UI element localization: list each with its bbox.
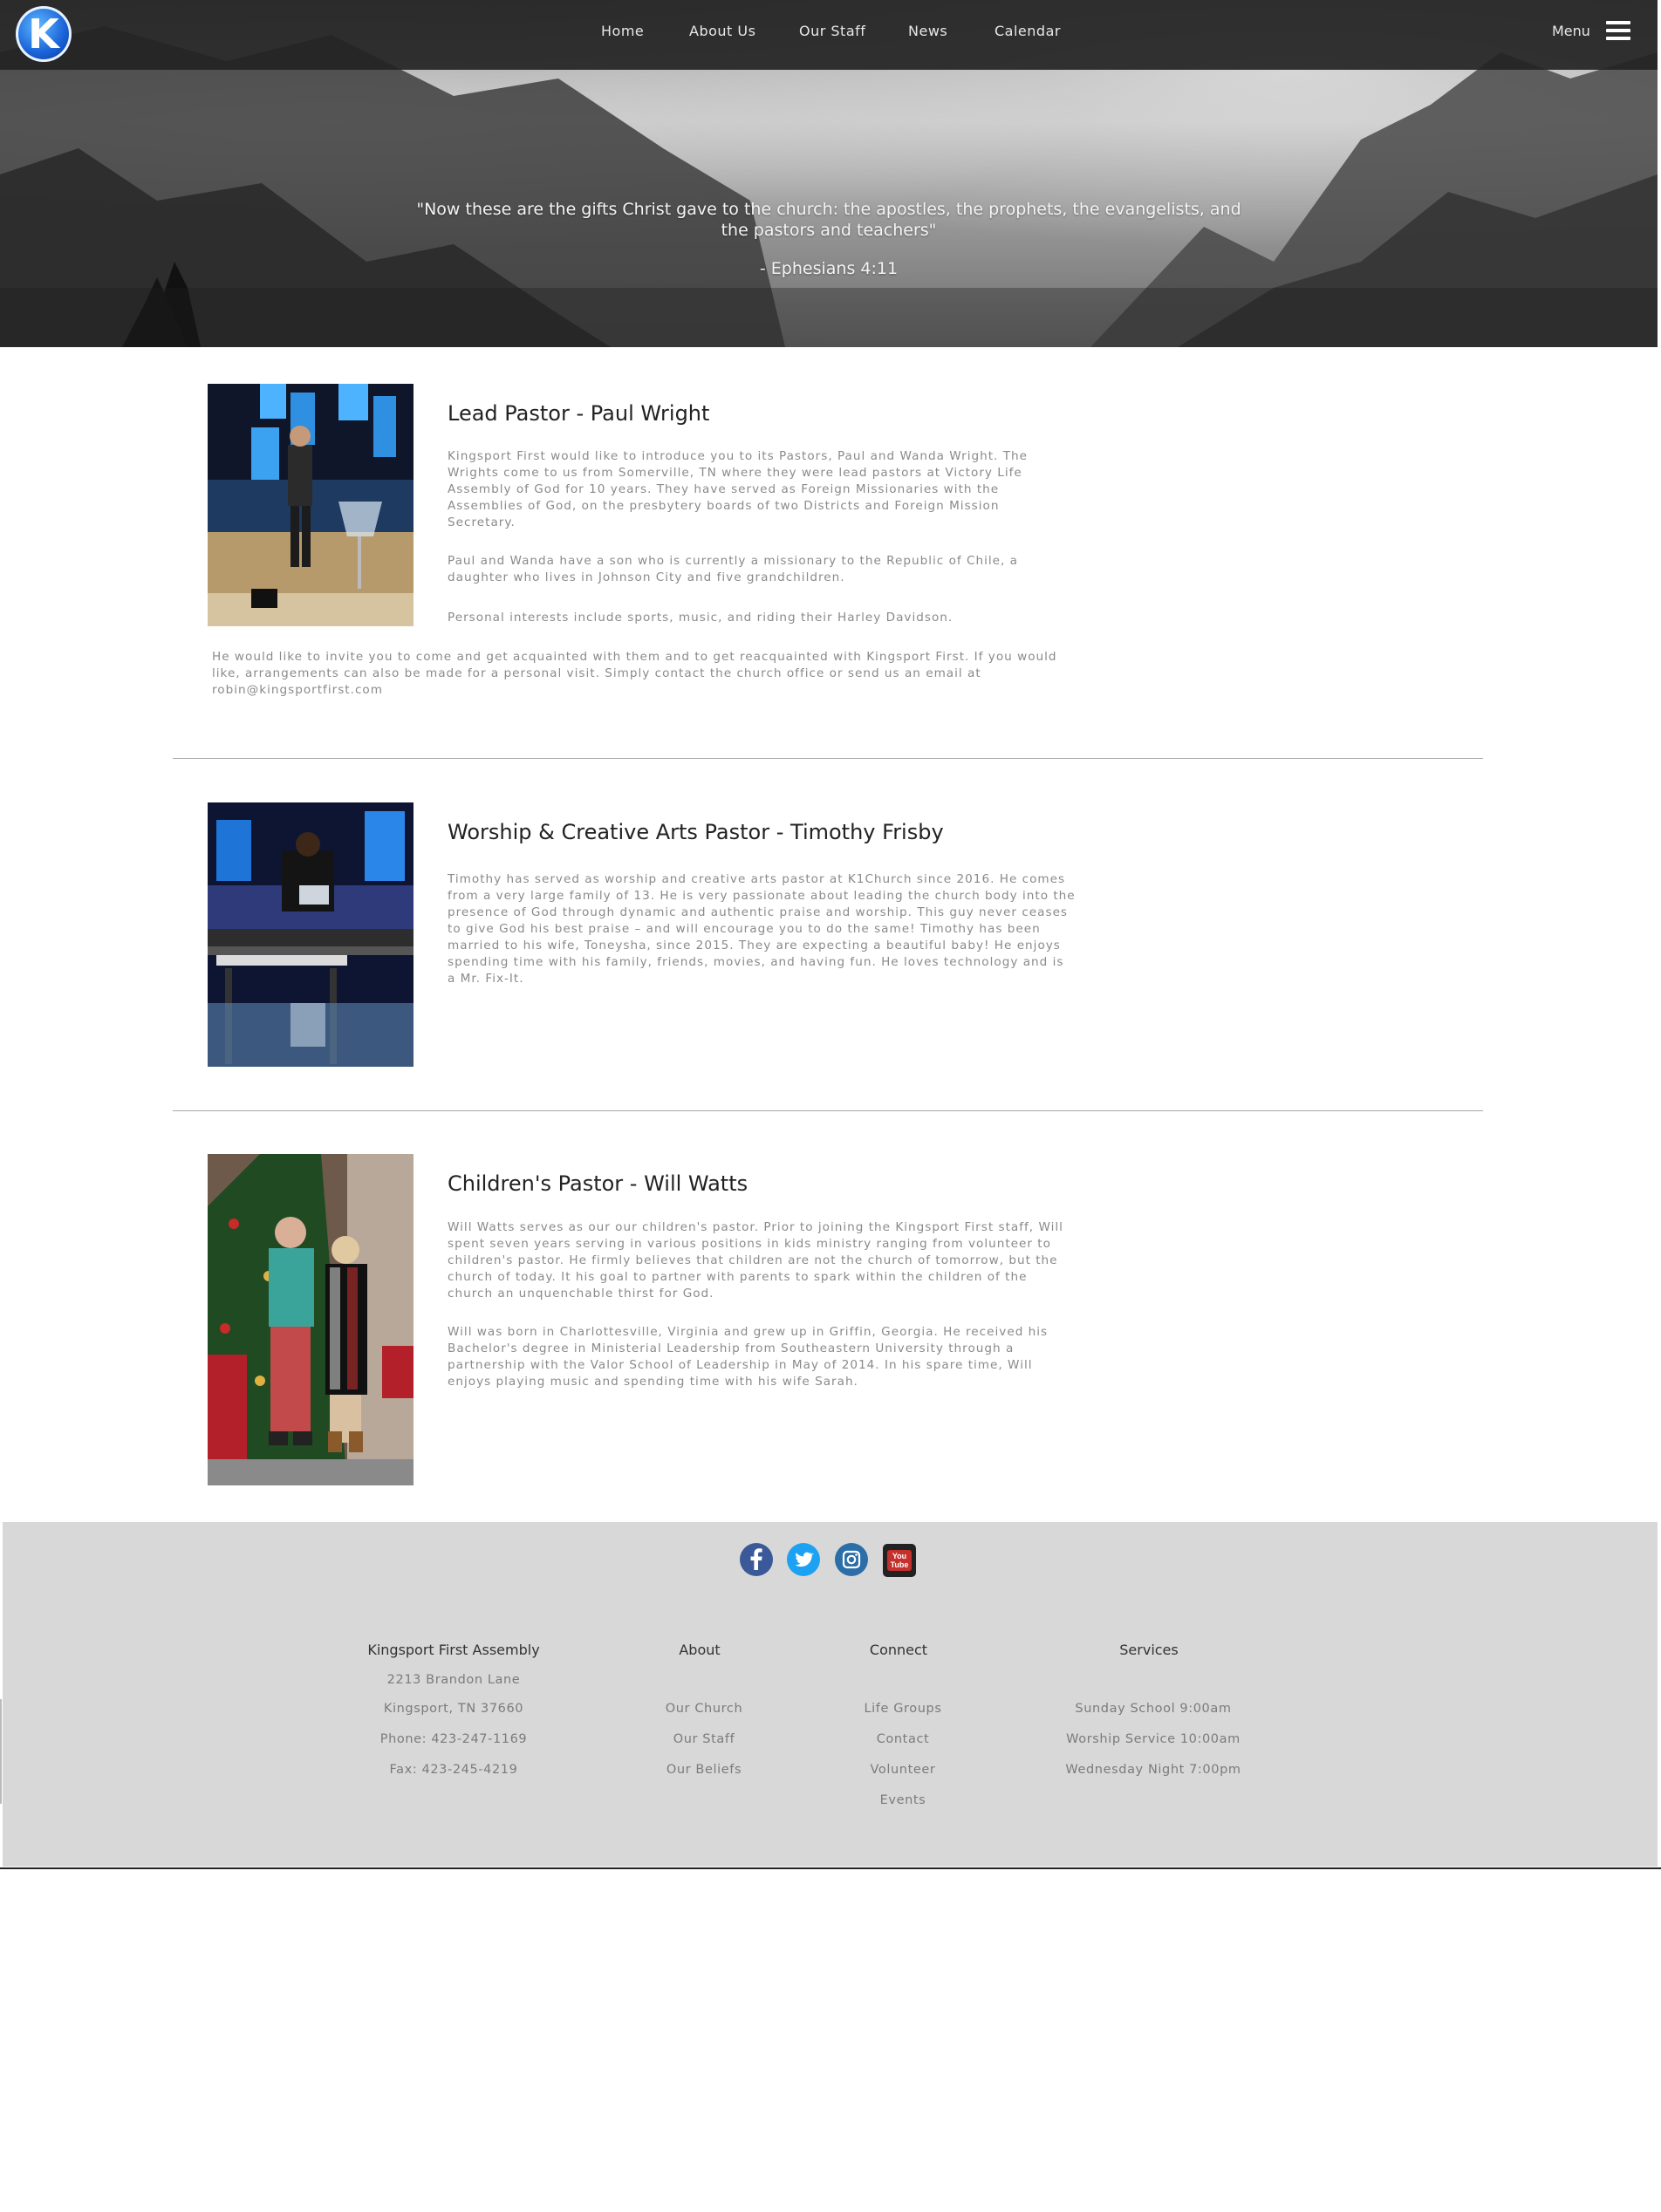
footer-services-heading: Services [1119, 1642, 1179, 1658]
footer-fax: Fax: 423-245-4219 [389, 1763, 518, 1777]
staff-bio-paragraph: Timothy has served as worship and creati… [448, 872, 1076, 986]
page-edge-line [0, 1699, 2, 1804]
quote-text: "Now these are the gifts Christ gave to … [416, 200, 1241, 240]
staff-bio-paragraph: Will was born in Charlottesville, Virgin… [448, 1325, 1049, 1389]
page: K Home About Us Our Staff News Calendar … [0, 0, 1658, 1867]
footer-link-contact[interactable]: Contact [846, 1732, 960, 1746]
footer-service-time: Worship Service 10:00am [1066, 1732, 1241, 1746]
footer-address-line: 2213 Brandon Lane [386, 1673, 521, 1687]
main-nav: Home About Us Our Staff News Calendar [0, 23, 1658, 49]
footer-city-line: Kingsport, TN 37660 [383, 1702, 524, 1716]
twitter-icon[interactable] [786, 1542, 821, 1577]
footer-service-time: Sunday School 9:00am [1075, 1702, 1232, 1716]
footer-connect-heading: Connect [869, 1642, 928, 1658]
section-divider [173, 758, 1483, 759]
timothy-frisby-photo [208, 802, 414, 1067]
footer-connect-column: Connect Life Groups Contact Volunteer Ev… [846, 1642, 951, 1816]
staff-title-timothy-frisby: Worship & Creative Arts Pastor - Timothy… [448, 820, 944, 844]
menu-label[interactable]: Menu [1552, 23, 1590, 39]
staff-title-paul-wright: Lead Pastor - Paul Wright [448, 401, 710, 426]
footer-link-life-groups[interactable]: Life Groups [846, 1702, 960, 1716]
footer-link-our-staff[interactable]: Our Staff [647, 1732, 761, 1746]
staff-invite-paragraph: He would like to invite you to come and … [212, 650, 1057, 697]
will-watts-photo [208, 1154, 414, 1485]
nav-about-us-link[interactable]: About Us [689, 23, 755, 39]
nav-our-staff-link[interactable]: Our Staff [799, 23, 865, 39]
youtube-icon-text: You Tube [887, 1550, 912, 1571]
staff-bio-paragraph: Kingsport First would like to introduce … [448, 449, 1028, 529]
nav-home-link[interactable]: Home [601, 23, 644, 39]
staff-bio-paragraph: Will Watts serves as our our children's … [448, 1220, 1063, 1301]
footer-about-heading: About [679, 1642, 721, 1658]
nav-calendar-link[interactable]: Calendar [995, 23, 1061, 39]
footer-link-volunteer[interactable]: Volunteer [846, 1763, 960, 1777]
footer-services-column: Services Sunday School 9:00am Worship Se… [1044, 1642, 1254, 1781]
footer-about-column: About Our Church Our Staff Our Beliefs [647, 1642, 752, 1781]
footer-service-time: Wednesday Night 7:00pm [1065, 1763, 1241, 1777]
site-footer [3, 1522, 1658, 1867]
youtube-icon[interactable]: You Tube [883, 1544, 916, 1577]
paul-wright-photo [208, 384, 414, 626]
nav-news-link[interactable]: News [908, 23, 947, 39]
footer-link-events[interactable]: Events [846, 1793, 960, 1807]
scripture-quote: "Now these are the gifts Christ gave to … [410, 199, 1247, 279]
instagram-icon[interactable] [834, 1542, 869, 1577]
hero-banner: K Home About Us Our Staff News Calendar … [0, 0, 1658, 347]
section-divider [173, 1110, 1483, 1111]
top-navigation-bar: K Home About Us Our Staff News Calendar … [0, 0, 1658, 70]
hamburger-menu-icon[interactable] [1606, 21, 1630, 42]
page-bottom-border [0, 1867, 1661, 1869]
staff-bio-paragraph: Paul and Wanda have a son who is current… [448, 554, 1018, 584]
footer-link-our-beliefs[interactable]: Our Beliefs [647, 1763, 761, 1777]
staff-bio-paragraph: Personal interests include sports, music… [448, 611, 954, 625]
staff-title-will-watts: Children's Pastor - Will Watts [448, 1171, 748, 1196]
footer-church-name: Kingsport First Assembly [367, 1642, 540, 1658]
footer-church-info: Kingsport First Assembly 2213 Brandon La… [349, 1642, 558, 1781]
footer-phone[interactable]: Phone: 423-247-1169 [349, 1732, 558, 1746]
facebook-icon[interactable] [739, 1542, 774, 1577]
quote-reference: - Ephesians 4:11 [759, 259, 899, 278]
footer-link-our-church[interactable]: Our Church [647, 1702, 761, 1716]
